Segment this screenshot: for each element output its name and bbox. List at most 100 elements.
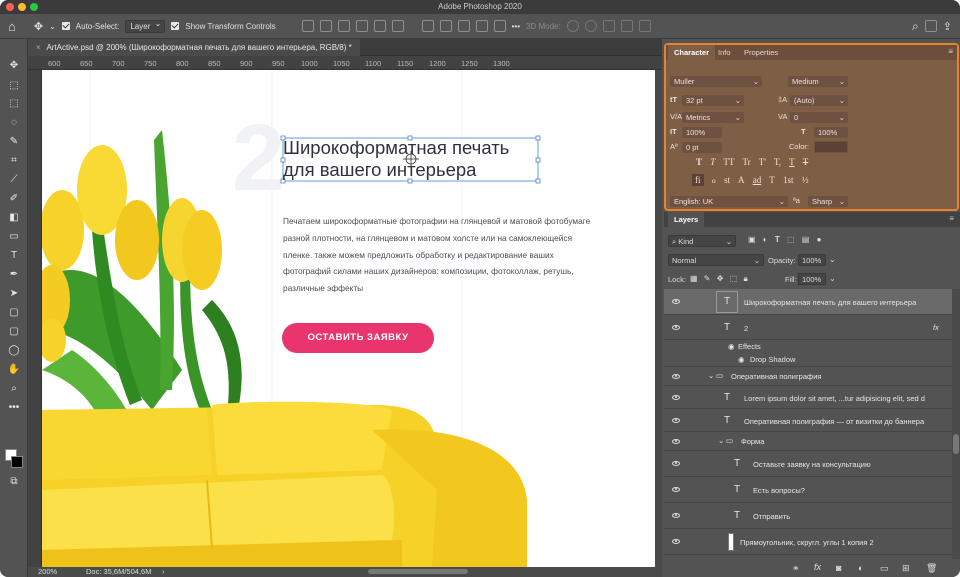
align-right-icon[interactable] bbox=[337, 20, 350, 32]
discretionary-ligatures-button[interactable]: st bbox=[724, 175, 730, 185]
fx-badge-icon[interactable]: fx bbox=[933, 323, 939, 332]
share-icon[interactable]: ⇪ bbox=[943, 20, 960, 33]
stylistic-alternates-button[interactable]: ad bbox=[753, 175, 762, 185]
zoom-level[interactable]: 200% bbox=[38, 567, 57, 577]
kerning-field[interactable]: Metrics ⌄ bbox=[682, 112, 744, 123]
type-filter-icon[interactable]: T bbox=[775, 235, 780, 244]
canvas-heading[interactable]: Широкоформатная печать для вашего интерь… bbox=[283, 137, 509, 181]
horizontal-scrollbar-thumb[interactable] bbox=[368, 569, 468, 574]
distribute-top-icon[interactable] bbox=[475, 20, 488, 32]
lock-artboard-icon[interactable]: ⬚ bbox=[730, 274, 738, 283]
document-tab[interactable]: × ArtActive.psd @ 200% (Широкоформатная … bbox=[28, 39, 360, 56]
layer-row[interactable]: T Отправить bbox=[664, 504, 952, 529]
chevron-down-icon[interactable]: ⌄ bbox=[718, 436, 724, 445]
filter-toggle-icon[interactable]: ● bbox=[817, 235, 822, 244]
distribute-right-icon[interactable] bbox=[457, 20, 470, 32]
align-middle-icon[interactable] bbox=[373, 20, 386, 32]
auto-select-checkbox[interactable] bbox=[61, 22, 70, 30]
subscript-button[interactable]: T, bbox=[774, 157, 781, 167]
status-menu-arrow[interactable]: › bbox=[162, 567, 165, 577]
chevron-down-icon[interactable]: ⌄ bbox=[829, 255, 836, 264]
quick-select-tool-icon[interactable]: ✎ bbox=[6, 135, 22, 149]
3d-slide-icon[interactable] bbox=[620, 20, 633, 32]
fractions-button[interactable]: ½ bbox=[802, 175, 809, 185]
fill-field[interactable]: 100% bbox=[798, 273, 826, 285]
eyedropper-tool-icon[interactable]: ⟋ bbox=[6, 173, 22, 187]
layer-row[interactable]: T Lorem ipsum dolor sit amet, ...tur adi… bbox=[664, 387, 952, 409]
visibility-eye-icon[interactable] bbox=[672, 513, 680, 518]
opacity-field[interactable]: 100% bbox=[798, 254, 826, 266]
screen-mode-icon[interactable]: ⧉ bbox=[6, 475, 22, 489]
hand-tool-icon[interactable]: ✋ bbox=[6, 363, 22, 377]
3d-pan-icon[interactable] bbox=[602, 20, 615, 32]
leading-field[interactable]: (Auto) ⌄ bbox=[790, 95, 848, 106]
new-layer-icon[interactable]: ⊞ bbox=[902, 563, 910, 574]
underline-button[interactable]: T bbox=[789, 157, 795, 167]
tab-character[interactable]: Character bbox=[668, 45, 716, 60]
visibility-eye-icon[interactable] bbox=[672, 325, 680, 330]
canvas-vertical-scrollbar[interactable] bbox=[655, 70, 662, 567]
swash-button[interactable]: A bbox=[738, 175, 745, 185]
strikethrough-button[interactable]: T bbox=[803, 157, 809, 167]
link-layers-icon[interactable]: ⚭ bbox=[792, 563, 800, 574]
document-canvas[interactable]: 2 Широкоформатная печать для вашего инте… bbox=[42, 70, 655, 567]
path-selection-tool-icon[interactable]: ➤ bbox=[6, 287, 22, 301]
adjustment-layer-icon[interactable]: ◐ bbox=[858, 563, 863, 573]
move-tool-icon[interactable]: ✥ bbox=[34, 20, 43, 33]
shape-filter-icon[interactable]: ⬚ bbox=[787, 235, 795, 244]
layer-effect-row[interactable]: ◉ Drop Shadow bbox=[664, 354, 952, 367]
baseline-shift-field[interactable]: 0 pt bbox=[682, 142, 722, 153]
visibility-eye-icon[interactable] bbox=[672, 487, 680, 492]
transform-controls-checkbox[interactable] bbox=[171, 22, 180, 30]
tool-preset-dropdown[interactable]: ⌄ bbox=[49, 22, 56, 31]
effect-eye-icon[interactable]: ◉ bbox=[738, 355, 745, 364]
transform-handle[interactable] bbox=[535, 178, 541, 184]
new-group-icon[interactable]: ▭ bbox=[880, 563, 889, 574]
blend-mode-dropdown[interactable]: Normal ⌄ bbox=[668, 254, 764, 266]
distribute-bottom-icon[interactable] bbox=[493, 20, 506, 32]
smart-object-filter-icon[interactable]: ▤ bbox=[802, 235, 810, 244]
visibility-eye-icon[interactable] bbox=[672, 461, 680, 466]
zoom-tool-icon[interactable]: ⌕ bbox=[6, 382, 22, 396]
layers-menu-icon[interactable]: ≡ bbox=[949, 214, 954, 223]
layers-scrollbar-thumb[interactable] bbox=[953, 434, 959, 454]
visibility-eye-icon[interactable] bbox=[672, 374, 680, 379]
effects-eye-icon[interactable]: ◉ bbox=[728, 342, 735, 351]
more-options-icon[interactable]: ••• bbox=[512, 22, 520, 31]
layer-filter-dropdown[interactable]: ⌕ Kind ⌄ bbox=[668, 235, 736, 247]
titling-alternates-button[interactable]: T bbox=[769, 175, 775, 185]
home-icon[interactable]: ⌂ bbox=[8, 19, 16, 34]
lasso-tool-icon[interactable]: ◌ bbox=[6, 116, 22, 130]
panel-menu-icon[interactable]: ≡ bbox=[948, 47, 953, 56]
move-tool-icon[interactable]: ✥ bbox=[6, 59, 22, 73]
align-top-icon[interactable] bbox=[355, 20, 368, 32]
transform-handle[interactable] bbox=[535, 157, 541, 163]
3d-scale-icon[interactable] bbox=[638, 20, 651, 32]
layer-row[interactable]: T Оперативная полиграфия — от визитки до… bbox=[664, 410, 952, 432]
layers-scrollbar[interactable] bbox=[952, 289, 960, 559]
tab-info[interactable]: Info bbox=[718, 48, 731, 57]
close-window-button[interactable] bbox=[6, 3, 14, 11]
add-style-icon[interactable]: fx bbox=[814, 562, 821, 572]
chevron-down-icon[interactable]: ⌄ bbox=[829, 274, 836, 283]
layer-effects-row[interactable]: ◉ Effects bbox=[664, 341, 952, 354]
layer-group-row[interactable]: ⌄ ▭ Форма bbox=[664, 433, 952, 451]
faux-italic-button[interactable]: T bbox=[710, 157, 715, 167]
distribute-left-icon[interactable] bbox=[421, 20, 434, 32]
more-tools-icon[interactable]: ••• bbox=[6, 401, 22, 415]
eraser-tool-icon[interactable]: ◧ bbox=[6, 211, 22, 225]
font-size-field[interactable]: 32 pt ⌄ bbox=[682, 95, 744, 106]
layer-row[interactable]: T Есть вопросы? bbox=[664, 478, 952, 503]
gradient-tool-icon[interactable]: ▭ bbox=[6, 230, 22, 244]
visibility-eye-icon[interactable] bbox=[672, 418, 680, 423]
pen-tool-icon[interactable]: ✒ bbox=[6, 268, 22, 282]
ligatures-button[interactable]: fi bbox=[692, 174, 704, 186]
layer-group-row[interactable]: ⌄ ▭ Оперативная полиграфия bbox=[664, 368, 952, 386]
antialias-dropdown[interactable]: Sharp ⌄ bbox=[808, 196, 848, 207]
lock-transparency-icon[interactable]: ▦ bbox=[690, 274, 698, 283]
lock-position-icon[interactable]: ✥ bbox=[717, 274, 724, 283]
text-color-swatch[interactable] bbox=[814, 141, 848, 153]
rounded-rectangle-tool-icon[interactable]: ▢ bbox=[6, 325, 22, 339]
layer-row[interactable]: T 2 fx bbox=[664, 316, 952, 340]
visibility-eye-icon[interactable] bbox=[672, 539, 680, 544]
